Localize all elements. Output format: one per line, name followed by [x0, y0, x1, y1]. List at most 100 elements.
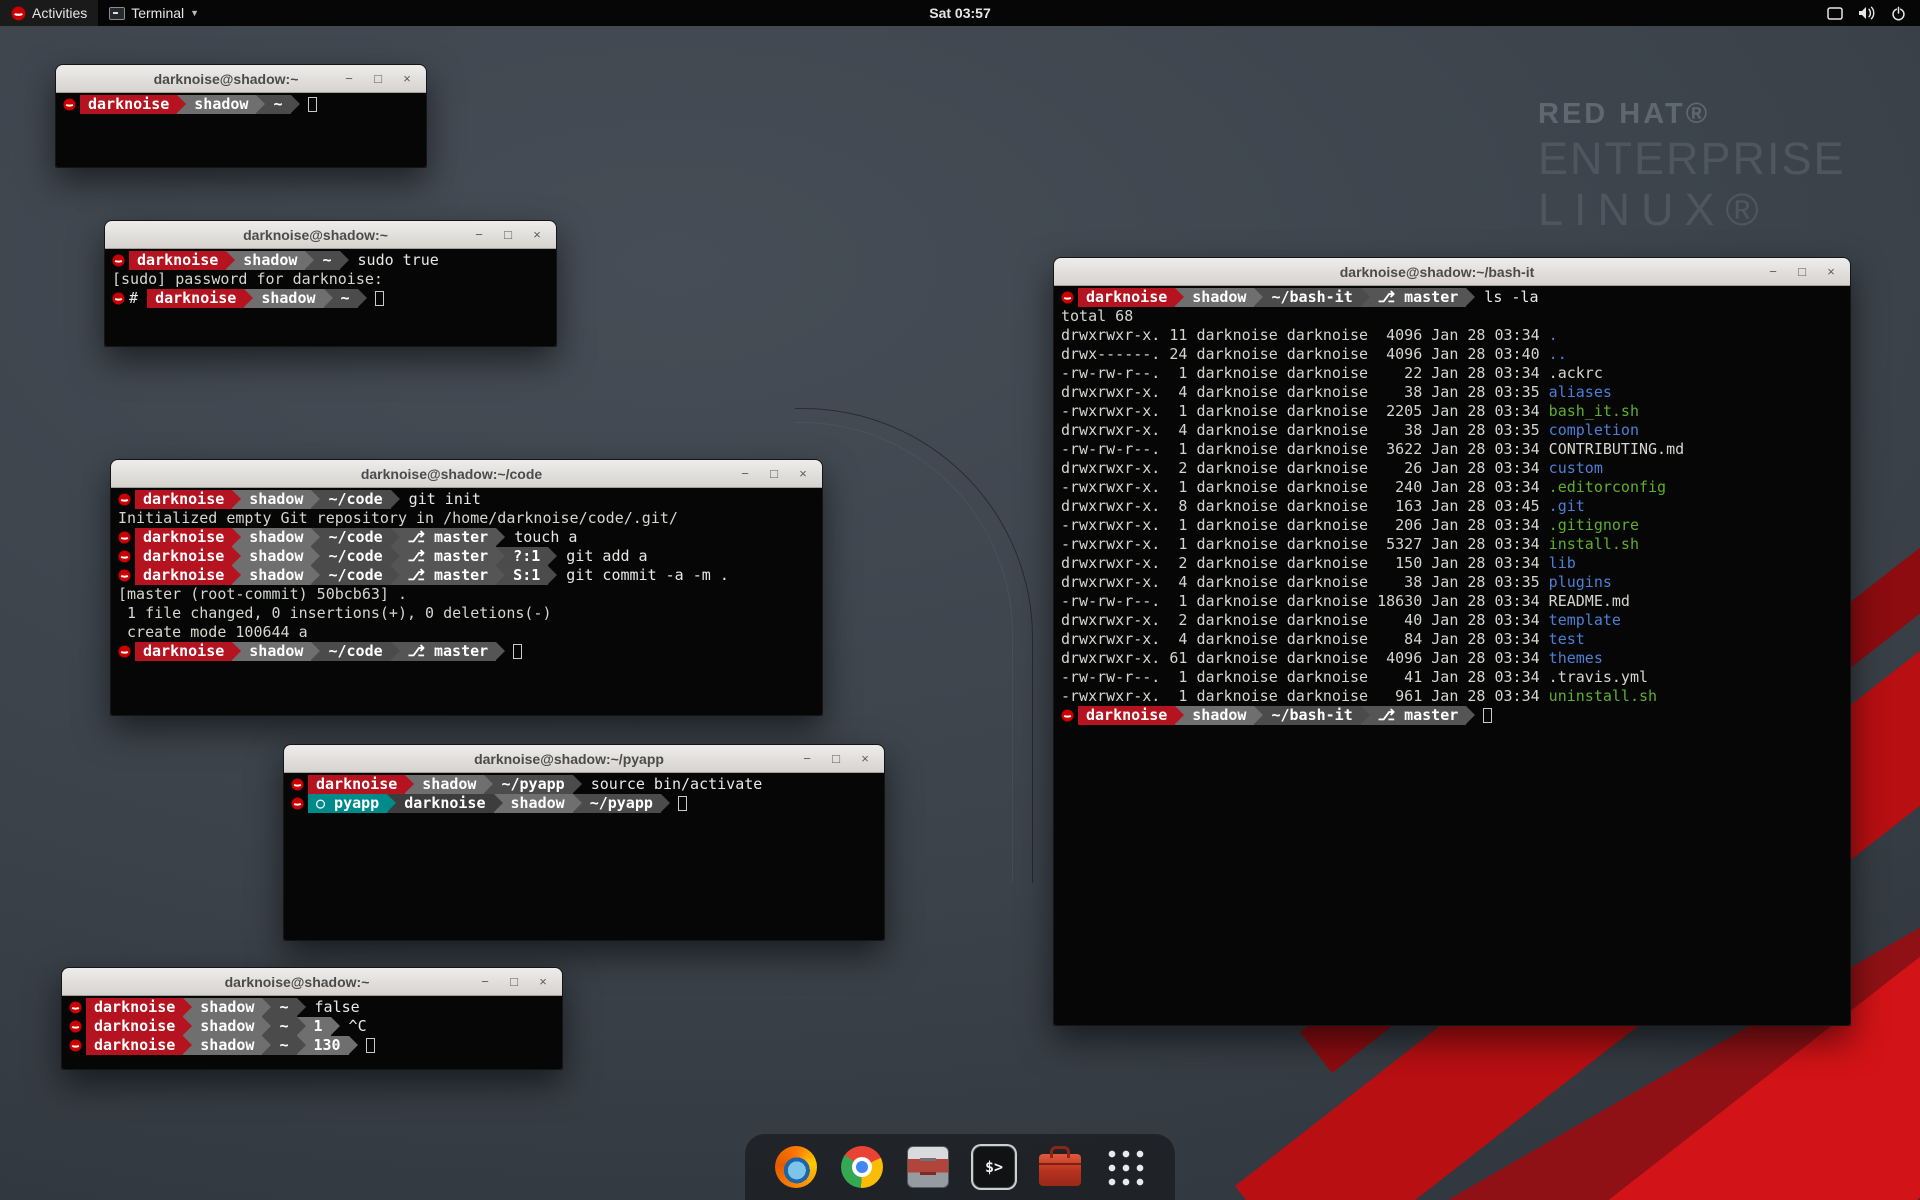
minimize-button[interactable]: − [737, 466, 753, 482]
root-prompt-hash: # [129, 289, 147, 308]
minimize-button[interactable]: − [341, 71, 357, 87]
terminal-cursor [678, 796, 687, 811]
dock-files-icon[interactable] [907, 1146, 949, 1188]
file-name: plugins [1549, 573, 1612, 592]
terminal-line: create mode 100644 a [118, 623, 815, 642]
powerline-separator-icon [573, 794, 582, 813]
prompt-segment-path: ~/code [320, 528, 390, 547]
prompt-segment-path: ~/code [320, 547, 390, 566]
terminal-line: total 68 [1061, 307, 1843, 326]
dock-chrome-icon[interactable] [841, 1146, 883, 1188]
powerline-separator-icon [496, 566, 505, 585]
window-exitcodes: darknoise@shadow:~−□×darknoiseshadow~ fa… [61, 967, 563, 1070]
window-home-1: darknoise@shadow:~−□×darknoiseshadow~ [55, 64, 427, 168]
redhat-prompt-icon [69, 1036, 86, 1055]
keyboard-layout-icon[interactable] [1827, 7, 1843, 20]
clock[interactable]: Sat 03:57 [0, 5, 1920, 21]
terminal-content[interactable]: darknoiseshadow~/code git initInitialize… [111, 488, 822, 715]
file-name: .travis.yml [1549, 668, 1648, 687]
powerline-separator-icon [340, 251, 349, 270]
titlebar[interactable]: darknoise@shadow:~/pyapp−□× [284, 745, 884, 773]
window-controls: −□ × [1765, 264, 1850, 280]
powerline-separator-icon [405, 775, 414, 794]
redhat-prompt-icon [1061, 288, 1078, 307]
maximize-button[interactable]: □ [1794, 264, 1810, 280]
titlebar[interactable]: darknoise@shadow:~−□× [56, 65, 426, 93]
terminal-content[interactable]: darknoiseshadow~/pyapp source bin/activa… [284, 773, 884, 940]
minimize-button[interactable]: − [471, 227, 487, 243]
file-entry-meta: drwxrwxr-x. 2 darknoise darknoise 26 Jan… [1061, 459, 1549, 478]
close-button[interactable]: × [1823, 264, 1839, 280]
activities-button[interactable]: Activities [0, 0, 98, 26]
file-name: .. [1549, 345, 1567, 364]
terminal-line: -rwxrwxr-x. 1 darknoise darknoise 240 Ja… [1061, 478, 1843, 497]
prompt-segment-user: darknoise [80, 95, 177, 114]
powerline-separator-icon [1175, 288, 1184, 307]
redhat-prompt-icon [118, 528, 135, 547]
prompt-segment-user: darknoise [86, 1017, 183, 1036]
terminal-line: darknoiseshadow~/code git init [118, 490, 815, 509]
powerline-separator-icon [1466, 706, 1475, 725]
maximize-button[interactable]: □ [766, 466, 782, 482]
maximize-button[interactable]: □ [828, 751, 844, 767]
window-controls: −□ × [341, 71, 426, 87]
titlebar[interactable]: darknoise@shadow:~−□ × [62, 968, 562, 996]
prompt-segment-host: shadow [241, 547, 311, 566]
prompt-segment-path: ~ [265, 95, 290, 114]
close-button[interactable]: × [399, 71, 415, 87]
terminal-cursor [513, 644, 522, 659]
prompt-segment-host: shadow [186, 95, 256, 114]
minimize-button[interactable]: − [799, 751, 815, 767]
powerline-separator-icon [256, 95, 265, 114]
powerline-separator-icon [573, 775, 582, 794]
terminal-content[interactable]: darknoiseshadow~ sudo true[sudo] passwor… [105, 249, 556, 346]
command-text: touch a [505, 528, 577, 547]
window-title: darknoise@shadow:~ [102, 974, 492, 990]
terminal-line: darknoiseshadow~/code⎇ masterS:1 git com… [118, 566, 815, 585]
terminal-line: [master (root-commit) 50bcb63] . [118, 585, 815, 604]
window-title: darknoise@shadow:~/code [151, 466, 752, 482]
maximize-button[interactable]: □ [370, 71, 386, 87]
redhat-prompt-icon [118, 490, 135, 509]
terminal-content[interactable]: darknoiseshadow~ falsedarknoiseshadow~1 … [62, 996, 562, 1069]
dock-terminal-icon[interactable]: $> [973, 1146, 1015, 1188]
powerline-separator-icon [548, 566, 557, 585]
redhat-prompt-icon [118, 642, 135, 661]
maximize-button[interactable]: □ [506, 974, 522, 990]
redhat-prompt-icon [1061, 706, 1078, 725]
window-controls: −□ × [471, 227, 556, 243]
titlebar[interactable]: darknoise@shadow:~/bash-it−□× [1054, 258, 1850, 286]
dock-toolbox-icon[interactable] [1039, 1154, 1081, 1186]
powerline-separator-icon [496, 642, 505, 661]
command-text: source bin/activate [582, 775, 763, 794]
dock-firefox-icon[interactable] [775, 1146, 817, 1188]
output-text: 1 file changed, 0 insertions(+), 0 delet… [118, 604, 551, 623]
terminal-content[interactable]: darknoise shadow ~ [56, 93, 426, 167]
terminal-content[interactable]: darknoiseshadow~/bash-it⎇ master ls -lat… [1054, 286, 1850, 1025]
close-button[interactable]: × [857, 751, 873, 767]
titlebar[interactable]: darknoise@shadow:~−□× [105, 221, 556, 249]
prompt-segment-venv_user: darknoise [396, 794, 493, 813]
powerline-separator-icon [1466, 288, 1475, 307]
close-button[interactable]: × [795, 466, 811, 482]
close-button[interactable]: × [535, 974, 551, 990]
window-controls: −□ × [477, 974, 562, 990]
file-name: aliases [1549, 383, 1612, 402]
titlebar[interactable]: darknoise@shadow:~/code−□ × [111, 460, 822, 488]
file-name: custom [1549, 459, 1603, 478]
prompt-segment-user: darknoise [135, 566, 232, 585]
close-button[interactable]: × [529, 227, 545, 243]
command-text: false [306, 998, 360, 1017]
maximize-button[interactable]: □ [500, 227, 516, 243]
minimize-button[interactable]: − [1765, 264, 1781, 280]
minimize-button[interactable]: − [477, 974, 493, 990]
prompt-segment-path: ~ [271, 998, 296, 1017]
app-menu-terminal[interactable]: Terminal ▼ [98, 0, 210, 26]
volume-icon[interactable] [1858, 6, 1876, 20]
powerline-separator-icon [244, 289, 253, 308]
dock-app-grid-icon[interactable] [1105, 1147, 1145, 1187]
power-icon[interactable] [1891, 6, 1906, 21]
terminal-line: drwxrwxr-x. 2 darknoise darknoise 150 Ja… [1061, 554, 1843, 573]
powerline-separator-icon [232, 528, 241, 547]
file-name: .gitignore [1549, 516, 1639, 535]
